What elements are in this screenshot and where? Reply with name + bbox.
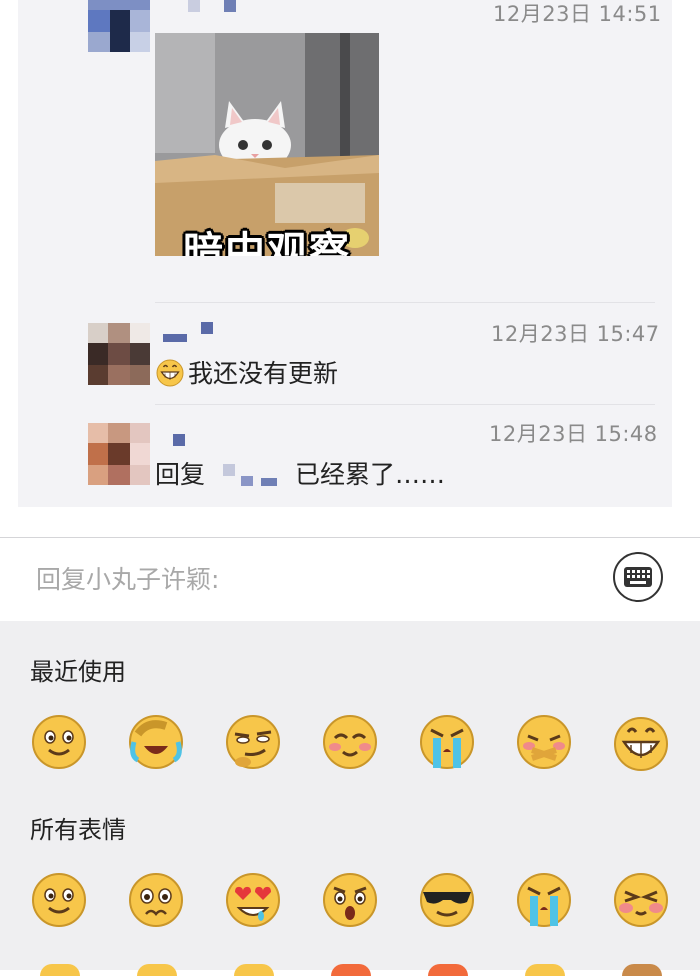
- keyboard-icon: [624, 567, 652, 587]
- comment-divider: [155, 302, 655, 303]
- smile-emoji[interactable]: [29, 712, 89, 772]
- emoji-row-partial: [0, 961, 700, 976]
- avatar[interactable]: [88, 423, 150, 485]
- wronged-emoji[interactable]: [126, 870, 186, 930]
- sticker-caption: 暗中观察: [183, 229, 351, 256]
- keyboard-toggle-button[interactable]: [613, 552, 663, 602]
- comment-timestamp: 12月23日 15:47: [491, 322, 660, 346]
- shy-emoji[interactable]: [611, 870, 671, 930]
- reply-input[interactable]: [10, 546, 598, 612]
- emoji-peek: [428, 964, 468, 976]
- surprised-emoji[interactable]: [320, 870, 380, 930]
- emoji-peek: [234, 964, 274, 976]
- facepalm-laugh-emoji[interactable]: [126, 712, 186, 772]
- crying-emoji[interactable]: [417, 712, 477, 772]
- emoji-peek: [622, 964, 662, 976]
- crying-emoji[interactable]: [514, 870, 574, 930]
- comment-timestamp: 12月23日 14:51: [493, 2, 662, 26]
- emoji-panel: 最近使用 所有表情: [0, 621, 700, 976]
- all-emoji-title: 所有表情: [30, 816, 126, 844]
- mention-blurred: [205, 458, 295, 488]
- recent-emoji-title: 最近使用: [30, 658, 126, 686]
- comment-divider: [155, 404, 655, 405]
- comment-timestamp: 12月23日 15:48: [489, 422, 658, 446]
- grin-emoji: [156, 359, 184, 387]
- avatar[interactable]: [88, 0, 150, 52]
- reply-bar: [0, 537, 700, 621]
- comment-text: 我还没有更新: [155, 354, 338, 390]
- emoji-peek: [331, 964, 371, 976]
- emoji-peek: [40, 964, 80, 976]
- reply-prefix: 回复: [155, 460, 206, 489]
- sticker-image[interactable]: 暗中观察: [155, 33, 379, 256]
- comment-text: 回复 已经累了……: [155, 455, 445, 491]
- heart-eyes-emoji[interactable]: [223, 870, 283, 930]
- sunglasses-emoji[interactable]: [417, 870, 477, 930]
- comment-text-body: 已经累了……: [295, 460, 446, 489]
- embarrassed-emoji[interactable]: [514, 712, 574, 772]
- comment-text-body: 我还没有更新: [188, 359, 339, 388]
- grin-emoji[interactable]: [611, 712, 671, 772]
- emoji-peek: [525, 964, 565, 976]
- smirk-emoji[interactable]: [223, 712, 283, 772]
- avatar[interactable]: [88, 323, 150, 385]
- smile-emoji[interactable]: [29, 870, 89, 930]
- comments-panel: 12月23日 14:51 暗中观察 12月23日 15:47 我还没有更新 12…: [18, 0, 672, 507]
- blush-emoji[interactable]: [320, 712, 380, 772]
- emoji-peek: [137, 964, 177, 976]
